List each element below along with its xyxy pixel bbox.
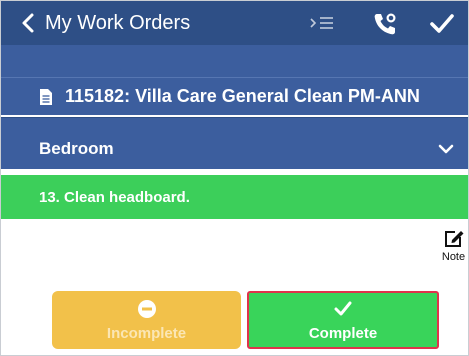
section-header-bedroom[interactable]: Bedroom xyxy=(1,129,468,169)
task-row: 13. Clean headboard. xyxy=(1,175,468,219)
complete-button[interactable]: Complete xyxy=(247,291,439,349)
checkmark-icon[interactable] xyxy=(429,13,455,35)
note-button[interactable]: Note xyxy=(437,227,468,271)
incomplete-label: Incomplete xyxy=(106,324,187,342)
document-icon xyxy=(40,88,52,105)
chevron-down-icon[interactable] xyxy=(438,141,454,157)
minus-circle-icon xyxy=(137,299,156,318)
note-label: Note xyxy=(441,251,466,263)
nav-bar-extension xyxy=(1,45,468,77)
steps-list-icon[interactable] xyxy=(309,13,335,33)
chevron-left-icon xyxy=(22,13,34,33)
work-order-task-screen: My Work Orders 115182: Villa Care Genera… xyxy=(0,0,469,356)
back-button[interactable]: My Work Orders xyxy=(21,12,190,35)
section-label: Bedroom xyxy=(39,139,114,158)
phone-icon[interactable] xyxy=(372,11,398,37)
nav-bar: My Work Orders xyxy=(1,1,468,45)
work-order-title: 115182: Villa Care General Clean PM-ANN xyxy=(65,86,420,106)
section-divider xyxy=(1,117,468,129)
complete-label: Complete xyxy=(308,324,378,342)
edit-icon xyxy=(444,231,463,247)
checkmark-icon xyxy=(334,301,352,315)
incomplete-button[interactable]: Incomplete xyxy=(52,291,241,349)
work-order-header: 115182: Villa Care General Clean PM-ANN xyxy=(1,77,468,115)
back-label: My Work Orders xyxy=(45,11,191,34)
task-label: 13. Clean headboard. xyxy=(39,188,190,206)
